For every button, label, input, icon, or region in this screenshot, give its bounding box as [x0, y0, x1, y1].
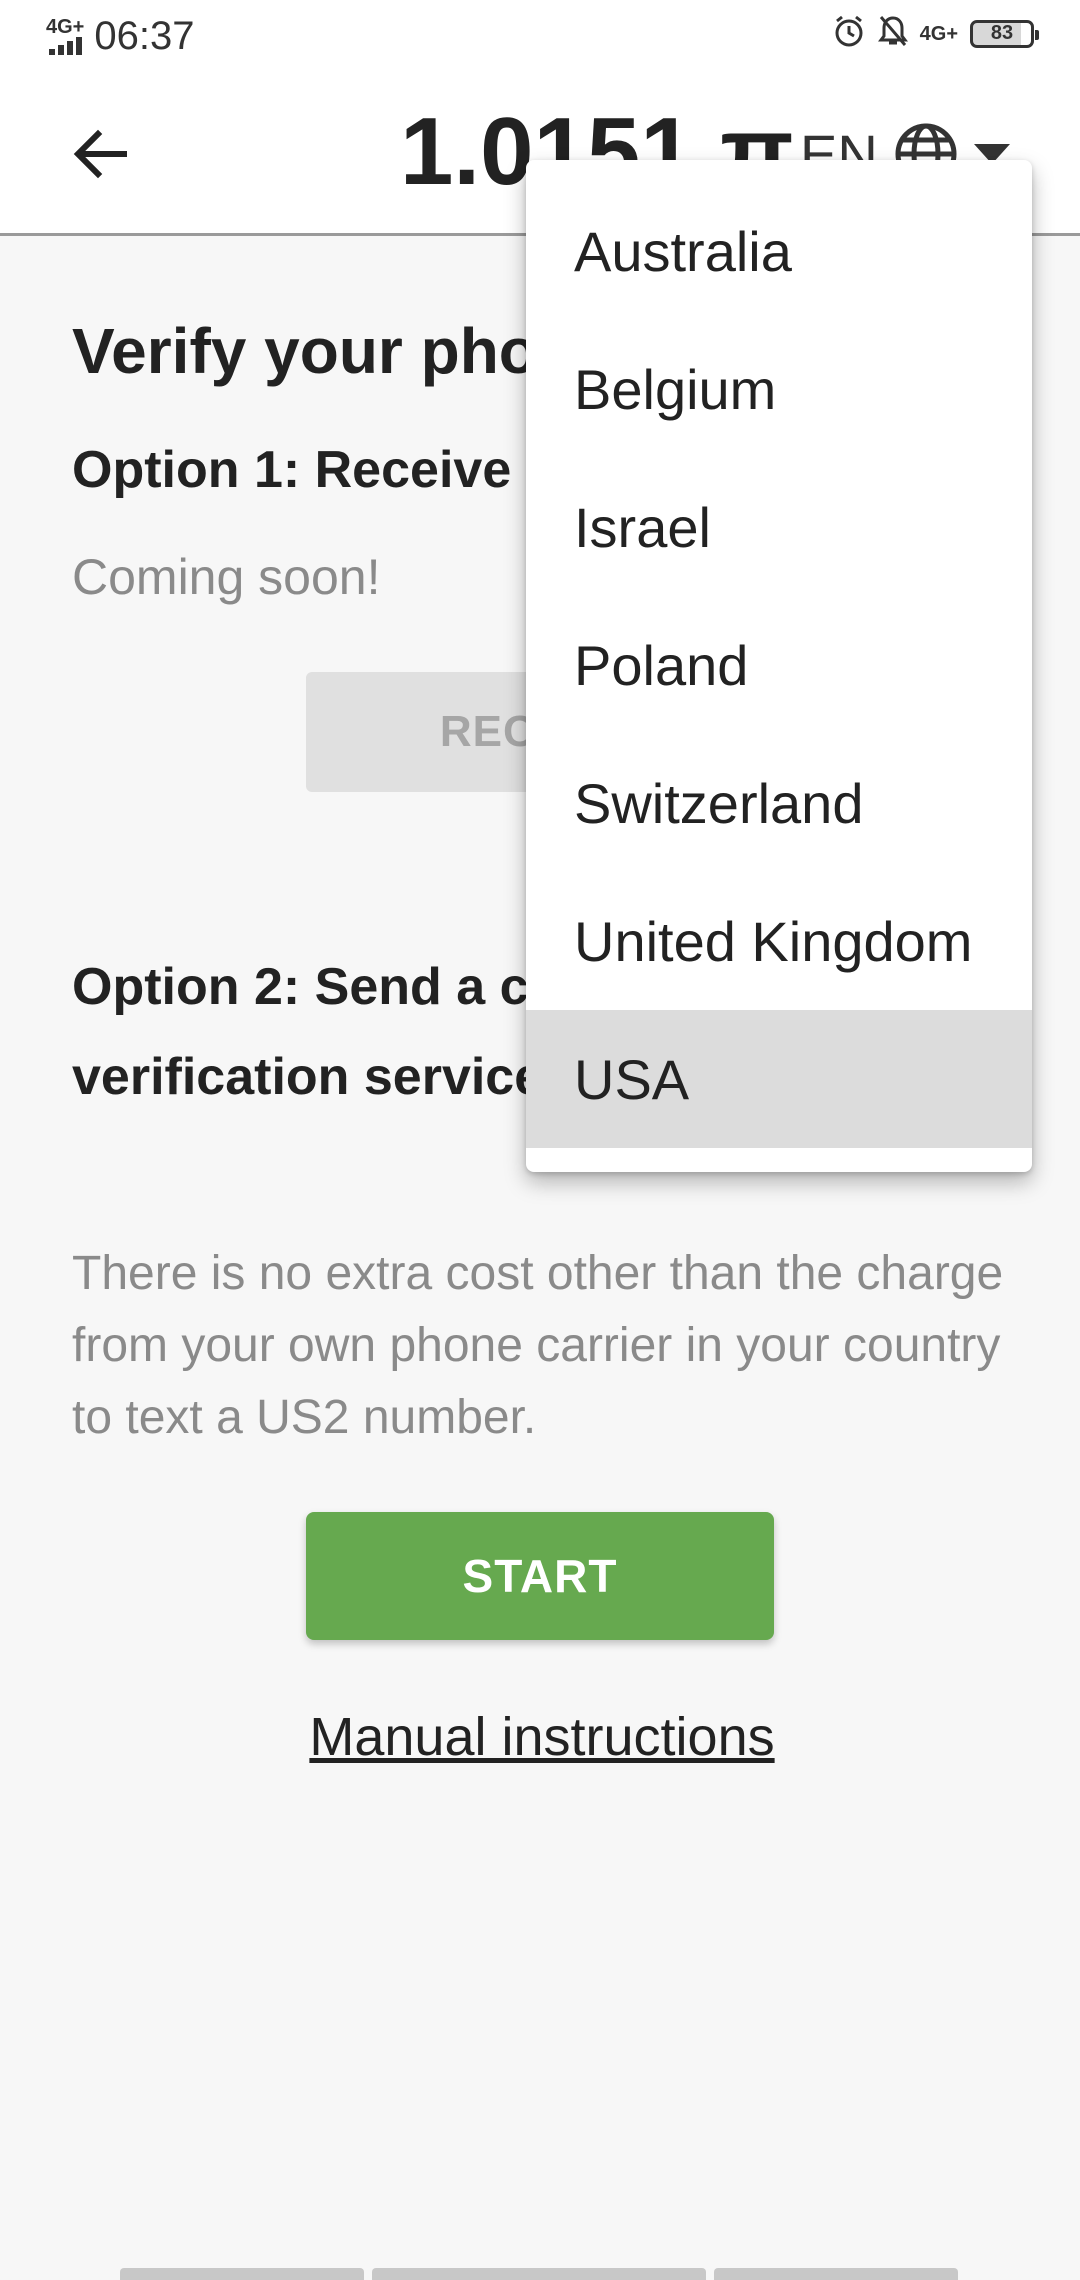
option1-status: Coming soon!: [72, 549, 381, 605]
network-type-right: 4G+: [919, 22, 958, 45]
start-button-label: START: [462, 1550, 618, 1602]
status-left: 4G+ 06:37: [46, 14, 194, 58]
dropdown-item-poland[interactable]: Poland: [526, 596, 1032, 734]
cost-description: There is no extra cost other than the ch…: [72, 1247, 1004, 1444]
back-button[interactable]: [60, 114, 140, 194]
battery-icon: 83: [970, 19, 1039, 48]
phone-screen: 4G+ 06:37 4G+ 83 1.0151 π EN Verify your…: [0, 0, 1080, 2280]
arrow-left-icon: [73, 129, 127, 179]
dropdown-item-australia[interactable]: Australia: [526, 182, 1032, 320]
option2-line2: verification service: [72, 1048, 544, 1106]
status-right: 4G+ 83: [832, 14, 1039, 53]
dropdown-item-united-kingdom[interactable]: United Kingdom: [526, 872, 1032, 1010]
start-button[interactable]: START: [306, 1512, 774, 1640]
battery-level: 83: [990, 22, 1014, 44]
option2-line1: Option 2: Send a co: [72, 958, 561, 1016]
signal-icon: 4G+: [46, 17, 84, 55]
dropdown-item-belgium[interactable]: Belgium: [526, 320, 1032, 458]
dropdown-item-switzerland[interactable]: Switzerland: [526, 734, 1032, 872]
status-time: 06:37: [94, 14, 195, 58]
dropdown-item-israel[interactable]: Israel: [526, 458, 1032, 596]
status-bar: 4G+ 06:37 4G+ 83: [0, 0, 1080, 72]
option1-title: Option 1: Receive a: [72, 441, 555, 499]
dropdown-item-usa[interactable]: USA: [526, 1010, 1032, 1148]
option2-title: Option 2: Send a co verification service: [72, 942, 560, 1122]
manual-instructions-link[interactable]: Manual instructions: [72, 1706, 1012, 1768]
notifications-off-icon: [877, 14, 908, 53]
network-type-left: 4G+: [46, 16, 85, 38]
bottom-nav-hint: [120, 2268, 958, 2280]
country-dropdown-menu: Australia Belgium Israel Poland Switzerl…: [526, 160, 1032, 1172]
alarm-icon: [832, 14, 866, 53]
